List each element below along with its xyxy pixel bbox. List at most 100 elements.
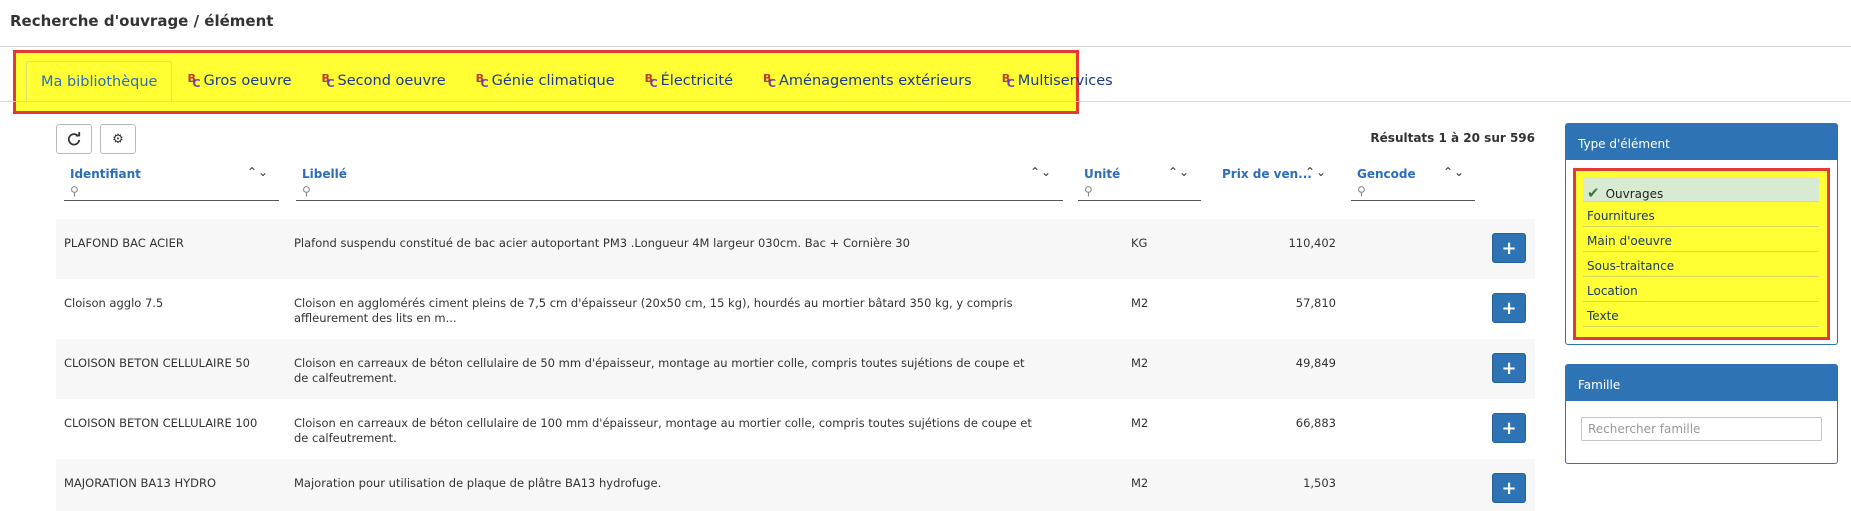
refresh-button[interactable] (56, 124, 92, 154)
table-row[interactable]: CLOISON BETON CELLULAIRE 50 Cloison en c… (56, 339, 1535, 399)
filter-identifiant: ⚲ (64, 183, 279, 201)
panel-title: Famille (1566, 365, 1837, 401)
bc-icon: BC (644, 72, 658, 90)
famille-panel: Famille (1565, 364, 1838, 464)
filter-unite-input[interactable] (1100, 183, 1201, 200)
tab-ma-bibliotheque[interactable]: Ma bibliothèque (26, 61, 173, 101)
settings-button[interactable]: ⚙ (100, 124, 136, 154)
tab-genie-climatique[interactable]: BC Génie climatique (461, 61, 630, 101)
filter-libelle: ⚲ (296, 183, 1063, 201)
results-count: Résultats 1 à 20 sur 596 (1370, 131, 1535, 145)
column-label[interactable]: Unité (1084, 167, 1120, 181)
cell-unite: M2 (1131, 476, 1149, 490)
cell-libelle: Plafond suspendu constitué de bac acier … (294, 236, 910, 250)
cell-unite: KG (1131, 236, 1148, 250)
filter-unite: ⚲ (1078, 183, 1201, 201)
tab-multiservices[interactable]: BC Multiservices (987, 61, 1128, 101)
panel-title: Type d'élément (1566, 124, 1837, 160)
type-item-main-d-oeuvre[interactable]: Main d'oeuvre (1583, 227, 1819, 252)
table-row[interactable]: PLAFOND BAC ACIER Plafond suspendu const… (56, 219, 1535, 279)
tab-amenagements-exterieurs[interactable]: BC Aménagements extérieurs (748, 61, 987, 101)
type-item-sous-traitance[interactable]: Sous-traitance (1583, 252, 1819, 277)
tab-label: Ma bibliothèque (41, 73, 158, 90)
column-label[interactable]: Libellé (302, 167, 347, 181)
refresh-icon (67, 132, 81, 146)
bc-icon: BC (187, 72, 201, 90)
column-label[interactable]: Identifiant (70, 167, 141, 181)
tab-label: Multiservices (1017, 73, 1113, 89)
cell-prix: 1,503 (1303, 476, 1336, 490)
sort-icon[interactable]: ⌃⌄ (1030, 165, 1052, 179)
check-icon: ✔ (1587, 184, 1600, 202)
sort-icon[interactable]: ⌃⌄ (247, 165, 269, 179)
search-icon: ⚲ (302, 184, 311, 198)
bc-icon: BC (321, 72, 335, 90)
tab-electricite[interactable]: BC Électricité (630, 61, 748, 101)
filter-gencode: ⚲ (1351, 183, 1475, 201)
filter-libelle-input[interactable] (318, 183, 1063, 200)
tab-label: Électricité (660, 73, 733, 89)
cell-prix: 66,883 (1295, 416, 1336, 430)
add-button[interactable]: + (1492, 353, 1526, 383)
filter-gencode-input[interactable] (1373, 183, 1475, 200)
tab-label: Gros oeuvre (203, 73, 292, 89)
sort-icon[interactable]: ⌃⌄ (1443, 165, 1465, 179)
cell-identifiant: CLOISON BETON CELLULAIRE 50 (64, 356, 250, 370)
sort-icon[interactable]: ⌃⌄ (1305, 165, 1327, 179)
add-button[interactable]: + (1492, 473, 1526, 503)
title-divider (0, 46, 1851, 47)
tab-second-oeuvre[interactable]: BC Second oeuvre (307, 61, 461, 101)
add-button[interactable]: + (1492, 233, 1526, 263)
cell-unite: M2 (1131, 296, 1149, 310)
type-item-location[interactable]: Location (1583, 277, 1819, 302)
search-icon: ⚲ (1084, 184, 1093, 198)
cell-prix: 57,810 (1295, 296, 1336, 310)
cell-libelle: Cloison en carreaux de béton cellulaire … (294, 356, 1025, 385)
add-button[interactable]: + (1492, 413, 1526, 443)
type-item-label: Ouvrages (1605, 187, 1664, 201)
table-row[interactable]: Cloison agglo 7.5 Cloison en agglomérés … (56, 279, 1535, 339)
cell-libelle: Majoration pour utilisation de plaque de… (294, 476, 662, 490)
cell-identifiant: CLOISON BETON CELLULAIRE 100 (64, 416, 258, 430)
cell-identifiant: MAJORATION BA13 HYDRO (64, 476, 217, 490)
cell-prix: 110,402 (1288, 236, 1336, 250)
table-row[interactable]: MAJORATION BA13 HYDRO Majoration pour ut… (56, 459, 1535, 511)
cell-prix: 49,849 (1295, 356, 1336, 370)
gear-icon: ⚙ (112, 131, 124, 147)
type-element-panel: Type d'élément ✔ Ouvrages Fournitures Mai… (1565, 123, 1838, 345)
column-label[interactable]: Prix de ven... (1222, 167, 1312, 181)
search-icon: ⚲ (1357, 184, 1366, 198)
table-row[interactable]: CLOISON BETON CELLULAIRE 100 Cloison en … (56, 399, 1535, 459)
column-identifiant: Identifiant ⌃⌄ ⚲ (64, 165, 279, 203)
library-tabs: Ma bibliothèque BC Gros oeuvre BC Second… (26, 61, 1128, 101)
sort-icon[interactable]: ⌃⌄ (1168, 165, 1190, 179)
page-title: Recherche d'ouvrage / élément (10, 12, 274, 30)
column-gencode: Gencode ⌃⌄ ⚲ (1351, 165, 1475, 203)
bc-icon: BC (763, 72, 777, 90)
cell-identifiant: Cloison agglo 7.5 (64, 296, 164, 310)
type-list: ✔ Ouvrages Fournitures Main d'oeuvre Sous… (1583, 177, 1819, 327)
add-button[interactable]: + (1492, 293, 1526, 323)
tabs-divider (0, 101, 1851, 102)
tab-label: Second oeuvre (337, 73, 446, 89)
column-prix: Prix de ven... ⌃⌄ (1216, 165, 1336, 203)
cell-unite: M2 (1131, 356, 1149, 370)
type-item-texte[interactable]: Texte (1583, 302, 1819, 327)
type-item-ouvrages[interactable]: ✔ Ouvrages (1583, 177, 1819, 202)
tab-label: Aménagements extérieurs (779, 73, 972, 89)
cell-libelle: Cloison en carreaux de béton cellulaire … (294, 416, 1032, 445)
tab-label: Génie climatique (491, 73, 615, 89)
search-icon: ⚲ (70, 184, 79, 198)
cell-libelle: Cloison en agglomérés ciment pleins de 7… (294, 296, 1013, 325)
column-label[interactable]: Gencode (1357, 167, 1416, 181)
column-unite: Unité ⌃⌄ ⚲ (1078, 165, 1201, 203)
famille-search-input[interactable] (1581, 417, 1822, 441)
column-libelle: Libellé ⌃⌄ ⚲ (296, 165, 1063, 203)
bc-icon: BC (475, 72, 489, 90)
bc-icon: BC (1001, 72, 1015, 90)
tab-gros-oeuvre[interactable]: BC Gros oeuvre (172, 61, 306, 101)
type-item-fournitures[interactable]: Fournitures (1583, 202, 1819, 227)
cell-identifiant: PLAFOND BAC ACIER (64, 236, 184, 250)
cell-unite: M2 (1131, 416, 1149, 430)
filter-identifiant-input[interactable] (86, 183, 279, 200)
